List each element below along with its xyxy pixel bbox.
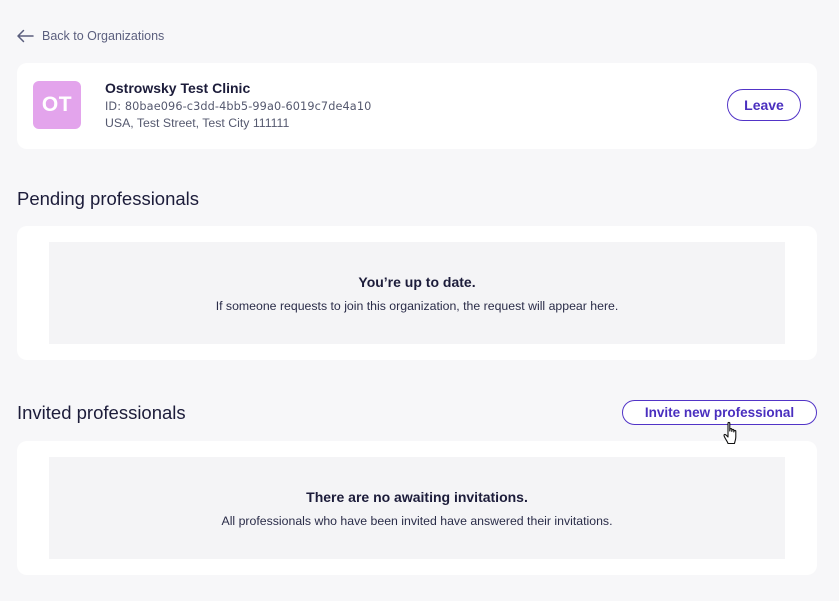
pending-empty-title: You’re up to date. [358,273,476,290]
invited-professionals-heading: Invited professionals [17,402,186,423]
back-link-label: Back to Organizations [42,29,165,43]
arrow-left-icon [16,29,34,43]
invited-empty-title: There are no awaiting invitations. [306,488,528,505]
pending-professionals-card: You’re up to date. If someone requests t… [17,226,817,360]
leave-button[interactable]: Leave [727,89,801,121]
invited-empty-text: All professionals who have been invited … [221,513,613,528]
pending-empty-state: You’re up to date. If someone requests t… [49,242,785,344]
invited-professionals-card: There are no awaiting invitations. All p… [17,441,817,575]
pending-professionals-heading: Pending professionals [17,188,200,209]
organization-page: Back to Organizations OT Ostrowsky Test … [0,0,839,601]
invited-empty-state: There are no awaiting invitations. All p… [49,457,785,559]
organization-id: ID: 80bae096-c3dd-4bb5-99a0-6019c7de4a10 [105,100,372,113]
back-to-organizations-link[interactable]: Back to Organizations [16,29,164,43]
organization-address: USA, Test Street, Test City 111111 [105,116,290,130]
hand-pointer-icon [723,421,741,450]
organization-info: Ostrowsky Test Clinic ID: 80bae096-c3dd-… [105,80,371,131]
invite-new-professional-button[interactable]: Invite new professional [622,400,817,425]
organization-name: Ostrowsky Test Clinic [105,80,251,96]
organization-avatar: OT [33,81,81,129]
organization-card: OT Ostrowsky Test Clinic ID: 80bae096-c3… [17,63,817,149]
pending-empty-text: If someone requests to join this organiz… [215,298,619,313]
